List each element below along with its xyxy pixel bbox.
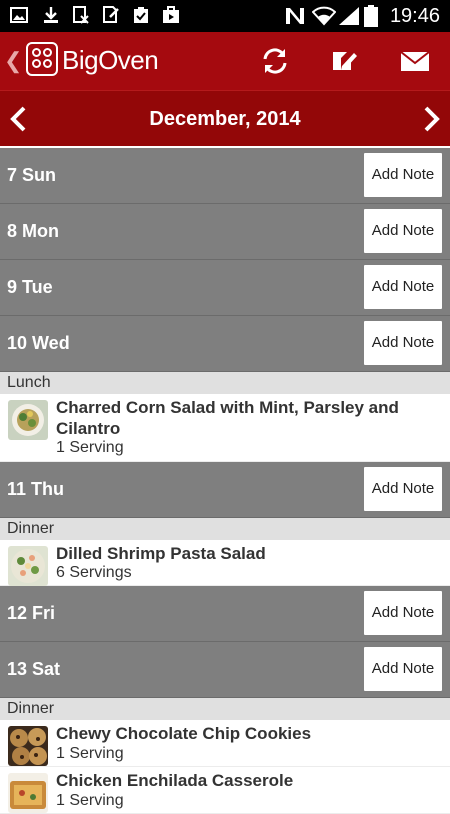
clipboard-check-icon xyxy=(134,7,148,23)
recipe-item[interactable]: Dilled Shrimp Pasta Salad 6 Servings xyxy=(0,540,450,586)
day-row[interactable]: 11 Thu Add Note xyxy=(0,462,450,518)
day-label: 9 Tue xyxy=(7,277,53,297)
day-row[interactable]: 7 Sun Add Note xyxy=(0,148,450,204)
meal-header: Lunch xyxy=(0,372,450,394)
wifi-icon xyxy=(312,6,336,26)
recipe-item[interactable]: Chicken Enchilada Casserole 1 Serving xyxy=(0,767,450,814)
day-label: 8 Mon xyxy=(7,221,59,241)
day-row[interactable]: 9 Tue Add Note xyxy=(0,260,450,316)
add-note-button[interactable]: Add Note xyxy=(364,153,442,197)
recipe-servings: 6 Servings xyxy=(56,564,132,581)
sync-icon[interactable] xyxy=(258,44,292,78)
day-label: 10 Wed xyxy=(7,333,70,353)
add-note-button[interactable]: Add Note xyxy=(364,209,442,253)
month-navigation: December, 2014 xyxy=(0,90,450,146)
day-row[interactable]: 10 Wed Add Note xyxy=(0,316,450,372)
brand-title[interactable]: BigOven xyxy=(62,45,159,76)
nfc-icon xyxy=(286,8,304,24)
add-note-button[interactable]: Add Note xyxy=(364,265,442,309)
recipe-thumbnail xyxy=(8,546,48,586)
battery-icon xyxy=(364,5,378,27)
bigoven-logo-icon[interactable] xyxy=(26,42,58,76)
day-row[interactable]: 8 Mon Add Note xyxy=(0,204,450,260)
day-label: 12 Fri xyxy=(7,603,56,623)
image-icon xyxy=(10,7,28,23)
recipe-servings: 1 Serving xyxy=(56,439,124,456)
add-note-button[interactable]: Add Note xyxy=(364,591,442,635)
recipe-title[interactable]: Chicken Enchilada Casserole xyxy=(56,770,436,791)
recipe-thumbnail xyxy=(8,726,48,766)
add-note-button[interactable]: Add Note xyxy=(364,467,442,511)
status-bar: 19:46 xyxy=(0,0,450,32)
recipe-servings: 1 Serving xyxy=(56,745,124,762)
day-label: 7 Sun xyxy=(7,165,57,185)
day-label: 11 Thu xyxy=(7,479,65,499)
back-chevron-icon[interactable]: ❮ xyxy=(4,48,22,74)
add-note-button[interactable]: Add Note xyxy=(364,321,442,365)
recipe-title[interactable]: Charred Corn Salad with Mint, Parsley an… xyxy=(56,397,436,439)
recipe-servings: 1 Serving xyxy=(56,792,124,809)
month-title: December, 2014 xyxy=(149,108,301,130)
recipe-thumbnail xyxy=(8,773,48,813)
day-label: 13 Sat xyxy=(7,659,61,679)
clock: 19:46 xyxy=(389,5,440,27)
download-icon xyxy=(44,7,58,23)
signal-icon xyxy=(339,7,359,25)
no-sim-icon xyxy=(73,6,89,24)
day-list: 7 Sun Add Note 8 Mon Add Note 9 Tue Add … xyxy=(0,148,450,814)
day-row[interactable]: 13 Sat Add Note xyxy=(0,642,450,698)
meal-header: Dinner xyxy=(0,518,450,540)
recipe-title[interactable]: Chewy Chocolate Chip Cookies xyxy=(56,723,436,744)
recipe-item[interactable]: Charred Corn Salad with Mint, Parsley an… xyxy=(0,394,450,462)
recipe-item[interactable]: Chewy Chocolate Chip Cookies 1 Serving xyxy=(0,720,450,767)
edit-note-icon[interactable] xyxy=(327,44,361,78)
add-note-button[interactable]: Add Note xyxy=(364,647,442,691)
day-row[interactable]: 12 Fri Add Note xyxy=(0,586,450,642)
recipe-title[interactable]: Dilled Shrimp Pasta Salad xyxy=(56,543,436,564)
next-month-icon[interactable] xyxy=(418,106,444,132)
app-bar: ❮ BigOven xyxy=(0,32,450,90)
recipe-thumbnail xyxy=(8,400,48,440)
mail-icon[interactable] xyxy=(398,44,432,78)
briefcase-play-icon xyxy=(163,6,179,23)
meal-header: Dinner xyxy=(0,698,450,720)
file-edit-icon xyxy=(103,6,119,23)
